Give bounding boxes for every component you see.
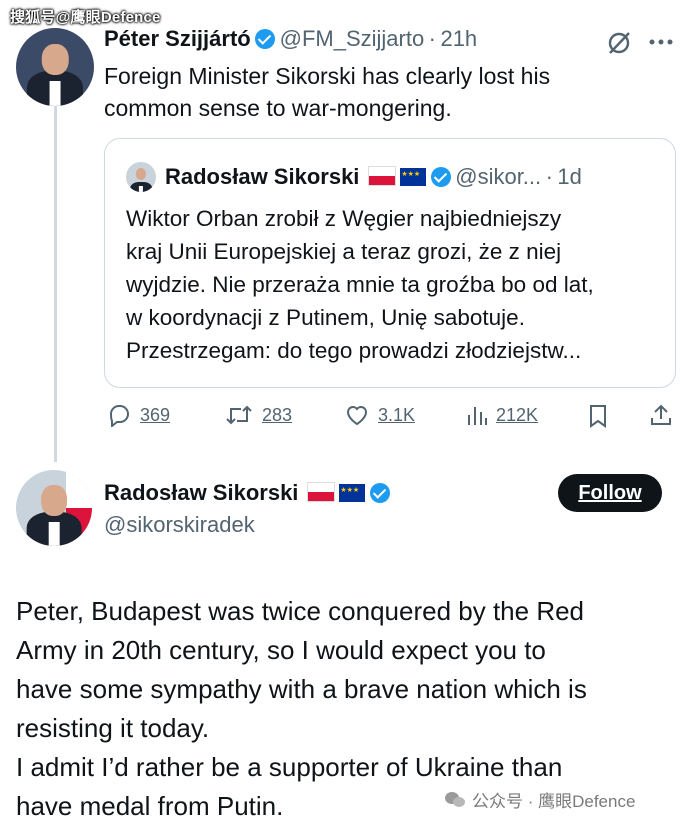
avatar-face — [41, 485, 67, 516]
reply-time[interactable]: 21h — [440, 26, 477, 51]
verified-badge-icon — [369, 483, 390, 503]
more-options-icon[interactable] — [648, 38, 674, 46]
watermark-bottom-text: 公众号 · 鹰眼Defence — [472, 792, 636, 811]
grok-icon[interactable] — [606, 30, 632, 56]
quoted-header: Radosław Sikorski @sikor... · 1d — [165, 164, 582, 190]
watermark-top: 搜狐号@鹰眼Defence — [10, 9, 161, 26]
main-author-handle[interactable]: @sikorskiradek — [104, 512, 255, 538]
retweet-icon — [224, 403, 254, 427]
quoted-text: Wiktor Orban zrobił z Węgier najbiedniej… — [126, 202, 594, 367]
retweet-action[interactable]: 283 — [224, 403, 292, 427]
quoted-time: 1d — [557, 164, 582, 189]
poland-flag-icon — [367, 166, 396, 186]
avatar-face — [135, 168, 147, 180]
reply-action[interactable]: 369 — [106, 403, 170, 427]
main-text-line: Peter, Budapest was twice conquered by t… — [16, 596, 585, 626]
follow-button[interactable]: Follow — [558, 474, 662, 512]
heart-icon — [344, 403, 370, 427]
share-icon[interactable] — [650, 403, 672, 427]
quoted-author-handle: @sikor... — [455, 164, 542, 189]
avatar-shirt — [49, 80, 61, 106]
reply-icon — [106, 403, 132, 427]
quoted-text-line: wyjdzie. Nie przeraża mnie ta groźba bo … — [126, 272, 594, 297]
like-action[interactable]: 3.1K — [344, 403, 415, 427]
quoted-text-line: Wiktor Orban zrobił z Węgier najbiedniej… — [126, 206, 562, 231]
quoted-text-line: w koordynacji z Putinem, Unię sabotuje. — [126, 305, 525, 330]
poland-flag-icon — [306, 482, 335, 502]
reply-author-name[interactable]: Péter Szijjártó — [104, 26, 251, 51]
reply-separator: · — [428, 26, 436, 51]
reply-author-handle[interactable]: @FM_Szijjarto — [280, 26, 425, 51]
eu-flag-icon — [400, 168, 427, 186]
wechat-icon — [444, 791, 466, 809]
quoted-avatar[interactable] — [126, 162, 156, 192]
avatar-shirt — [48, 521, 60, 546]
verified-badge-icon — [430, 167, 451, 187]
reply-count: 369 — [140, 404, 171, 425]
reply-text-line: Foreign Minister Sikorski has clearly lo… — [104, 63, 551, 89]
thread-connector — [54, 106, 57, 462]
retweet-count: 283 — [262, 404, 293, 425]
analytics-icon — [466, 403, 488, 427]
reply-tweet-text: Foreign Minister Sikorski has clearly lo… — [104, 60, 550, 124]
avatar-szijjarto[interactable] — [16, 28, 94, 106]
main-text-line: have some sympathy with a brave nation w… — [16, 674, 587, 704]
quoted-text-line: kraj Unii Europejskiej a teraz grozi, że… — [126, 239, 562, 264]
avatar-shirt — [138, 186, 144, 192]
avatar-face — [41, 43, 69, 75]
views-action[interactable]: 212K — [466, 403, 538, 427]
quoted-text-line: Przestrzegam: do tego prowadzi złodziejs… — [126, 338, 582, 363]
main-author-row: Radosław Sikorski — [104, 480, 390, 506]
like-count: 3.1K — [378, 404, 416, 425]
eu-flag-icon — [339, 484, 366, 502]
views-count: 212K — [496, 404, 539, 425]
reply-text-line: common sense to war-mongering. — [104, 95, 452, 121]
verified-badge-icon — [255, 29, 276, 49]
quoted-author-name: Radosław Sikorski — [165, 164, 360, 189]
watermark-bottom: 公众号 · 鹰眼Defence — [444, 787, 635, 812]
main-text-line: resisting it today. — [16, 713, 210, 743]
quoted-separator: · — [545, 164, 553, 189]
avatar-sikorski[interactable] — [16, 470, 92, 546]
bookmark-icon[interactable] — [588, 404, 608, 428]
reply-tweet-header: Péter Szijjártó @FM_Szijjarto · 21h — [104, 26, 477, 52]
main-text-line: Army in 20th century, so I would expect … — [16, 635, 546, 665]
main-author-name[interactable]: Radosław Sikorski — [104, 480, 298, 505]
main-text-line: I admit I’d rather be a supporter of Ukr… — [16, 752, 563, 782]
